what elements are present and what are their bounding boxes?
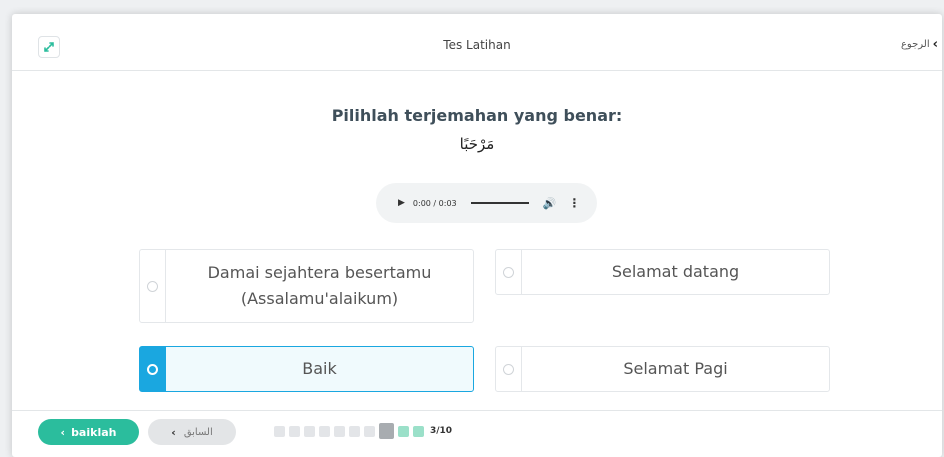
progress-step[interactable] bbox=[349, 425, 360, 437]
more-options-icon[interactable]: ⋮ bbox=[568, 196, 580, 210]
answer-option-label: Selamat Pagi bbox=[623, 359, 728, 378]
radio-column bbox=[496, 347, 522, 391]
progress-step-answered[interactable] bbox=[398, 425, 409, 437]
next-button[interactable]: ‹ baiklah bbox=[38, 419, 139, 445]
radio-column bbox=[140, 250, 166, 322]
next-button-label: baiklah bbox=[71, 425, 117, 439]
page-title: Tes Latihan bbox=[443, 38, 511, 52]
progress-step-current[interactable] bbox=[379, 423, 394, 439]
answer-option-label: Selamat datang bbox=[611, 262, 740, 281]
answer-option-3[interactable]: Baik bbox=[139, 346, 474, 392]
previous-button[interactable]: ‹ السابق bbox=[148, 419, 236, 445]
answer-option-4[interactable]: Selamat Pagi bbox=[495, 346, 830, 392]
progress-step-answered[interactable] bbox=[413, 425, 424, 437]
audio-player[interactable]: ▶ 0:00 / 0:03 🔊 ⋮ bbox=[376, 183, 597, 223]
progress-step[interactable] bbox=[304, 425, 315, 437]
volume-icon[interactable]: 🔊 bbox=[543, 197, 557, 210]
answer-option-1[interactable]: Damai sejahtera besertamu (Assalamu'alai… bbox=[139, 249, 474, 323]
play-icon[interactable]: ▶ bbox=[398, 198, 405, 208]
progress-step[interactable] bbox=[274, 425, 285, 437]
radio-button[interactable] bbox=[503, 267, 514, 278]
answer-option-label: Baik bbox=[302, 359, 337, 378]
progress-step[interactable] bbox=[319, 425, 330, 437]
progress-label: 3/10 bbox=[430, 426, 453, 436]
previous-button-label: السابق bbox=[183, 426, 213, 438]
quiz-header: Tes Latihan الرجوع ‹ bbox=[12, 14, 942, 71]
question-prompt: Pilihlah terjemahan yang benar: bbox=[331, 106, 623, 125]
chevron-left-icon: ‹ bbox=[171, 425, 176, 439]
question-progress: 3/10 bbox=[274, 423, 452, 439]
progress-step[interactable] bbox=[289, 425, 300, 437]
chevron-left-icon: ‹ bbox=[932, 37, 938, 52]
radio-column bbox=[496, 250, 522, 294]
radio-button[interactable] bbox=[503, 364, 514, 375]
answer-option-label: Damai sejahtera besertamu (Assalamu'alai… bbox=[207, 263, 432, 308]
quiz-card: Tes Latihan الرجوع ‹ Pilihlah terjemahan… bbox=[12, 14, 942, 457]
progress-step[interactable] bbox=[364, 425, 375, 437]
audio-time: 0:00 / 0:03 bbox=[412, 198, 457, 208]
audio-seek-bar[interactable] bbox=[470, 202, 529, 204]
quiz-footer: ‹ baiklah ‹ السابق 3/10 bbox=[12, 410, 942, 457]
radio-column bbox=[140, 347, 166, 391]
answer-option-2[interactable]: Selamat datang bbox=[495, 249, 830, 295]
progress-step[interactable] bbox=[334, 425, 345, 437]
back-link-label: الرجوع bbox=[900, 39, 930, 50]
radio-button-selected[interactable] bbox=[147, 364, 158, 375]
question-arabic-word: مَرْحَبًا bbox=[459, 135, 495, 153]
back-link[interactable]: الرجوع ‹ bbox=[901, 38, 938, 51]
radio-button[interactable] bbox=[147, 281, 158, 292]
chevron-left-icon: ‹ bbox=[60, 425, 66, 439]
